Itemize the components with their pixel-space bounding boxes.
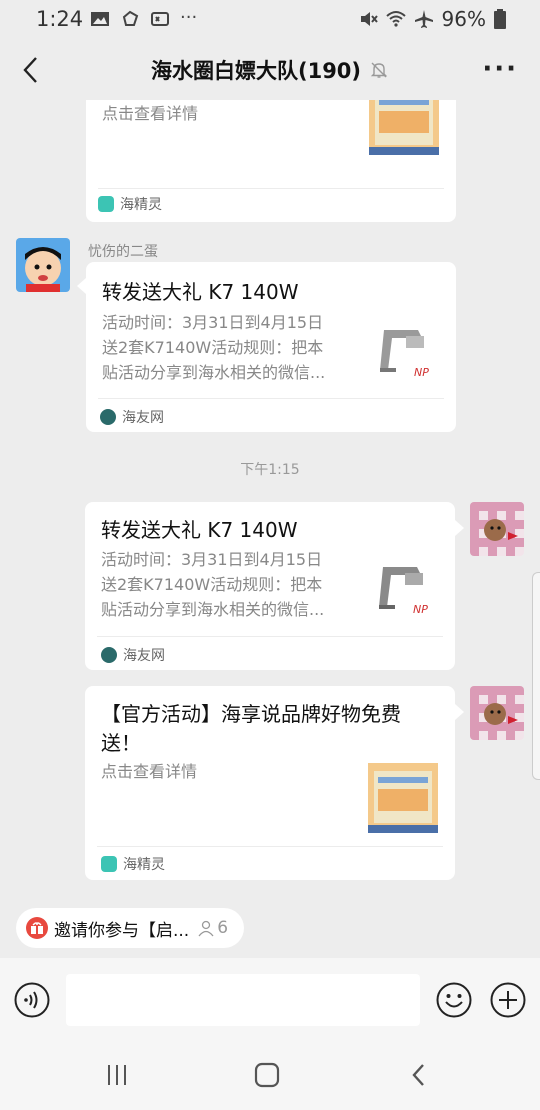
sender-avatar[interactable] <box>16 238 70 292</box>
card-title: 转发送大礼 K7 140W <box>102 280 299 304</box>
haiyouwang-source-icon <box>100 409 116 425</box>
wifi-icon <box>385 11 406 27</box>
link-card[interactable]: 点击查看详情 海精灵 <box>86 100 456 222</box>
card-source: 海友网 <box>101 645 165 665</box>
my-avatar[interactable] <box>470 686 524 740</box>
home-icon[interactable] <box>254 1062 280 1088</box>
my-avatar[interactable] <box>470 502 524 556</box>
card-source: 海精灵 <box>101 854 165 874</box>
card-divider <box>98 188 444 189</box>
card-source-name: 海精灵 <box>123 857 165 873</box>
message-timestamp: 下午1:15 <box>240 462 300 478</box>
chat-message-list[interactable]: 点击查看详情 海精灵 忧伤的二蛋 转发送大礼 K7 140W 活动时间：3月31… <box>0 100 540 896</box>
more-notifications-icon: ··· <box>180 7 198 28</box>
status-right-icons: 96% <box>358 7 506 31</box>
card-thumbnail <box>369 100 439 155</box>
participant-count: 6 <box>197 918 228 938</box>
invite-chip[interactable]: 邀请你参与【启... 6 <box>16 908 244 948</box>
card-description: 点击查看详情 <box>101 762 198 781</box>
card-title: 转发送大礼 K7 140W <box>101 518 298 542</box>
card-description: 活动时间：3月31日到4月15日 送2套K7140W活动规则：把本 贴活动分享到… <box>102 313 326 382</box>
message-input[interactable] <box>66 974 420 1026</box>
game-icon <box>151 12 169 26</box>
card-source-name: 海友网 <box>122 410 164 426</box>
bubble-tail <box>455 520 464 536</box>
voice-input-icon[interactable] <box>14 982 50 1018</box>
card-divider <box>97 636 443 637</box>
battery-percent: 96% <box>441 7 486 31</box>
gallery-icon <box>91 12 109 26</box>
svg-text:NP: NP <box>413 603 428 616</box>
link-card[interactable]: 【官方活动】海享说品牌好物免费 送！ 点击查看详情 海精灵 <box>85 686 455 880</box>
haijingling-source-icon <box>98 196 114 212</box>
card-title: 【官方活动】海享说品牌好物免费 送！ <box>101 702 401 755</box>
link-card[interactable]: 转发送大礼 K7 140W 活动时间：3月31日到4月15日 送2套K7140W… <box>85 502 455 670</box>
status-notification-icons: ··· <box>90 9 197 29</box>
haiyouwang-source-icon <box>101 647 117 663</box>
recent-apps-icon[interactable] <box>104 1062 130 1088</box>
participant-count-value: 6 <box>217 918 229 938</box>
card-divider <box>98 398 444 399</box>
status-bar: 1:24 ··· 96% <box>0 0 540 40</box>
card-source: 海友网 <box>100 407 164 427</box>
card-source: 海精灵 <box>98 194 162 214</box>
system-back-icon[interactable] <box>406 1062 432 1088</box>
mute-bell-icon <box>370 62 388 78</box>
card-thumbnail <box>368 763 438 833</box>
status-time: 1:24 <box>36 7 84 31</box>
svg-text:NP: NP <box>414 366 429 379</box>
airplane-icon <box>414 10 433 28</box>
card-divider <box>97 846 443 847</box>
package-icon <box>122 10 139 26</box>
gift-icon <box>26 917 48 939</box>
person-icon <box>198 920 214 937</box>
invite-text: 邀请你参与【启... <box>54 920 190 941</box>
card-thumbnail: NP <box>369 557 439 627</box>
scroll-handle[interactable] <box>532 572 540 780</box>
card-source-name: 海友网 <box>123 648 165 664</box>
card-description: 活动时间：3月31日到4月15日 送2套K7140W活动规则：把本 贴活动分享到… <box>101 550 325 619</box>
chat-header: 海水圈白嫖大队(190) ··· <box>0 40 540 100</box>
sender-name: 忧伤的二蛋 <box>88 244 158 260</box>
add-more-icon[interactable] <box>490 982 526 1018</box>
mute-icon <box>360 12 378 26</box>
back-arrow-icon[interactable] <box>14 52 50 88</box>
card-description: 点击查看详情 <box>102 104 199 123</box>
card-thumbnail: NP <box>370 320 440 390</box>
chat-title: 海水圈白嫖大队(190) <box>150 59 362 83</box>
link-card[interactable]: 转发送大礼 K7 140W 活动时间：3月31日到4月15日 送2套K7140W… <box>86 262 456 432</box>
haijingling-source-icon <box>101 856 117 872</box>
emoji-icon[interactable] <box>436 982 472 1018</box>
bubble-tail <box>455 704 464 720</box>
card-source-name: 海精灵 <box>120 197 162 213</box>
bubble-tail <box>77 278 86 294</box>
battery-icon <box>494 9 506 29</box>
more-options-button[interactable]: ··· <box>482 54 518 84</box>
